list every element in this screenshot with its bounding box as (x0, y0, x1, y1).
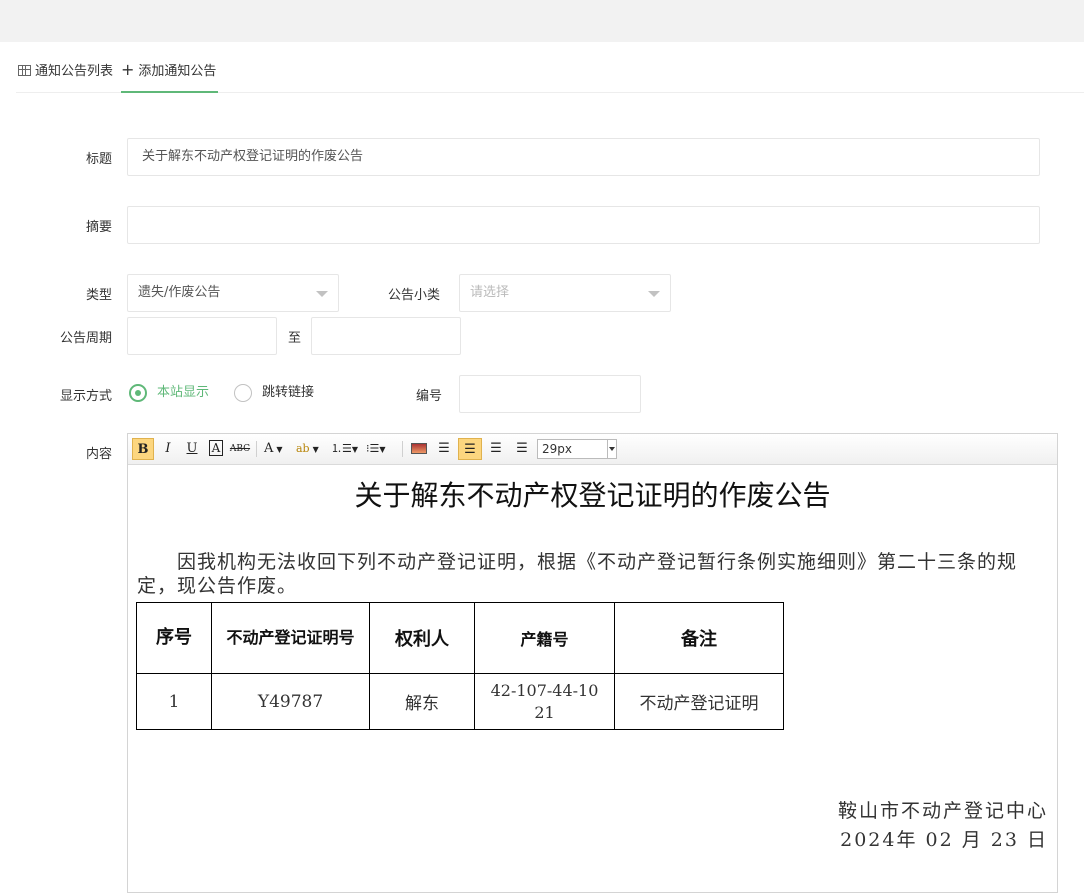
toolbar-divider (402, 441, 403, 457)
table-cell: 不动产登记证明 (614, 673, 784, 730)
chevron-down-icon (607, 440, 616, 458)
period-to-label: 至 (288, 331, 302, 346)
subtype-select[interactable]: 请选择 (459, 274, 671, 312)
type-label: 类型 (85, 288, 112, 303)
table-header-cell: 备注 (614, 602, 784, 674)
plus-icon: + (121, 60, 135, 79)
radio-redirect-link-label: 跳转链接 (262, 385, 315, 400)
tab-add-notice-label: 添加通知公告 (138, 64, 217, 79)
font-size-value: 29px (542, 442, 572, 456)
table-cell: Y49787 (211, 673, 370, 730)
ordered-list-icon: ⒈☰ (331, 442, 352, 455)
display-label: 显示方式 (59, 389, 112, 404)
radio-unchecked-icon (234, 384, 252, 402)
align-center-button[interactable]: ☰ (458, 438, 482, 460)
certificate-table: 序号 不动产登记证明号 权利人 产籍号 备注 1 Y49787 解东 42-10… (136, 602, 784, 730)
strikethrough-button[interactable]: ABC (229, 438, 251, 460)
align-left-button[interactable]: ☰ (433, 438, 455, 460)
type-select[interactable]: 遗失/作废公告 (127, 274, 339, 312)
title-label: 标题 (85, 152, 112, 167)
number-input[interactable] (459, 375, 641, 413)
font-color-button[interactable]: A ▼ (264, 438, 292, 460)
bold-button[interactable]: B (132, 438, 154, 460)
rich-text-editor[interactable]: B I U A ABC A ▼ ab ▼ ⒈☰▼ ⁝☰▼ ☰ ☰ ☰ ☰ 29px … (127, 433, 1058, 893)
subtype-label: 公告小类 (388, 288, 441, 303)
underline-button[interactable]: U (182, 438, 202, 460)
table-row: 1 Y49787 解东 42-107-44-1021 不动产登记证明 (136, 673, 784, 730)
tab-add-notice[interactable]: + 添加通知公告 (121, 58, 219, 93)
table-header-cell: 产籍号 (474, 602, 615, 674)
content-label: 内容 (85, 447, 112, 462)
justify-button[interactable]: ☰ (511, 438, 533, 460)
title-input[interactable]: 关于解东不动产权登记证明的作废公告 (127, 138, 1040, 176)
table-header-row: 序号 不动产登记证明号 权利人 产籍号 备注 (136, 602, 784, 674)
align-right-icon: ☰ (490, 441, 502, 456)
font-size-select[interactable]: 29px (537, 439, 617, 459)
radio-checked-icon (129, 384, 147, 402)
align-center-icon: ☰ (464, 442, 476, 457)
type-select-value: 遗失/作废公告 (138, 285, 221, 300)
period-end-input[interactable] (311, 317, 461, 355)
document-date: 2024年 02 月 23 日 (840, 829, 1048, 851)
subtype-placeholder: 请选择 (470, 285, 510, 300)
document-title: 关于解东不动产权登记证明的作废公告 (354, 479, 831, 512)
justify-icon: ☰ (516, 441, 528, 456)
radio-local-display-label: 本站显示 (157, 385, 210, 400)
align-right-button[interactable]: ☰ (485, 438, 507, 460)
number-label: 编号 (416, 389, 443, 404)
table-cell: 1 (136, 673, 212, 730)
image-icon (411, 443, 427, 454)
chevron-down-icon (316, 291, 328, 297)
chevron-down-icon (648, 291, 660, 297)
document-paragraph: 因我机构无法收回下列不动产登记证明，根据《不动产登记暂行条例实施细则》第二十三条… (137, 551, 1018, 597)
highlight-button[interactable]: ab ▼ (296, 438, 324, 460)
table-header-cell: 序号 (136, 602, 212, 674)
table-header-cell: 权利人 (369, 602, 475, 674)
editor-toolbar: B I U A ABC A ▼ ab ▼ ⒈☰▼ ⁝☰▼ ☰ ☰ ☰ ☰ 29px (128, 434, 1057, 465)
tab-bar: 通知公告列表 + 添加通知公告 (16, 58, 1084, 93)
toolbar-divider (256, 441, 257, 457)
summary-label: 摘要 (85, 220, 112, 235)
bullet-list-icon: ⁝☰ (366, 442, 380, 455)
italic-button[interactable]: I (158, 438, 178, 460)
bullet-list-button[interactable]: ⁝☰▼ (366, 438, 396, 460)
summary-input[interactable] (127, 206, 1040, 244)
table-header-cell: 不动产登记证明号 (211, 602, 370, 674)
align-left-icon: ☰ (438, 441, 450, 456)
image-button[interactable] (409, 438, 429, 460)
tab-notice-list-label: 通知公告列表 (35, 64, 114, 79)
grid-icon (18, 65, 31, 76)
document-signature: 鞍山市不动产登记中心 (837, 800, 1048, 822)
ordered-list-button[interactable]: ⒈☰▼ (331, 438, 361, 460)
table-cell: 42-107-44-1021 (474, 673, 615, 730)
table-cell: 解东 (369, 673, 475, 730)
period-start-input[interactable] (127, 317, 277, 355)
period-label: 公告周期 (59, 331, 112, 346)
border-text-button[interactable]: A (207, 438, 225, 460)
tab-notice-list[interactable]: 通知公告列表 (18, 58, 113, 91)
top-bar (0, 0, 1084, 42)
